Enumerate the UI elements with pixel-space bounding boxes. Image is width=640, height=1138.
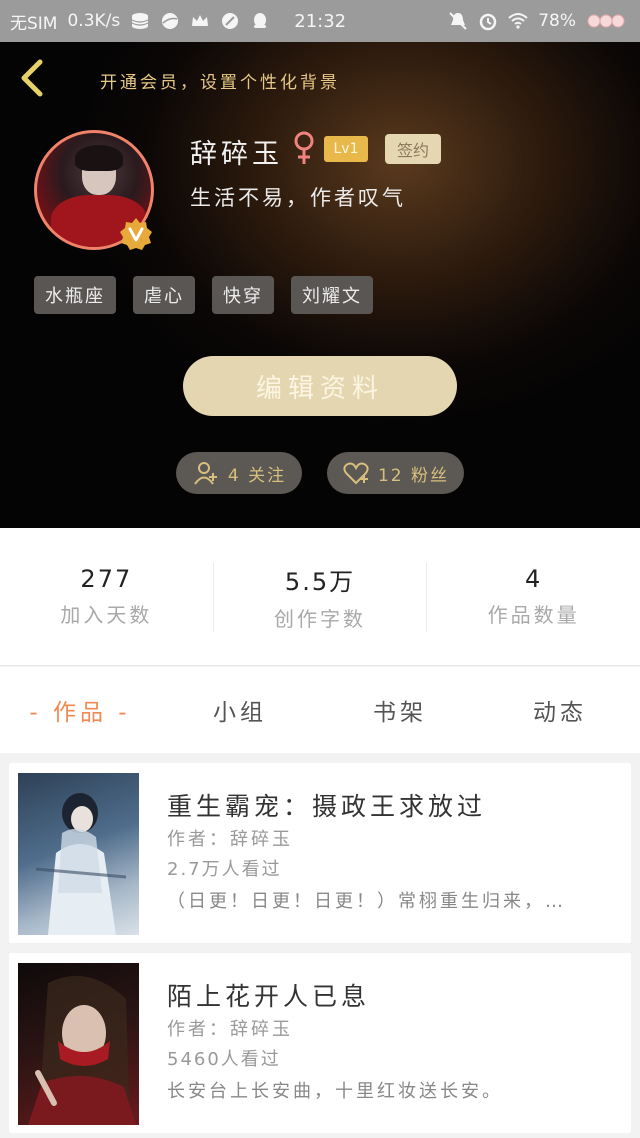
- works-list: 重生霸宠：摄政王求放过 作者：辞碎玉 2.7万人看过 （日更！日更！日更！）常栩…: [0, 753, 640, 1138]
- book-cover[interactable]: [18, 963, 139, 1125]
- book-author: 作者：辞碎玉: [167, 829, 293, 850]
- tag-item[interactable]: 虐心: [133, 276, 195, 314]
- following-count: 4 关注: [227, 465, 287, 486]
- tab-bookshelf[interactable]: 书架: [320, 693, 480, 727]
- book-views: 2.7万人看过: [167, 859, 282, 880]
- book-card[interactable]: 陌上花开人已息 作者：辞碎玉 5460人看过 长安台上长安曲，十里红妆送长安。: [9, 953, 631, 1133]
- battery-icon: [587, 14, 625, 28]
- stat-label: 加入天数: [60, 603, 153, 627]
- clock-time: 21:32: [294, 10, 347, 32]
- user-tags: 水瓶座 虐心 快穿 刘耀文: [34, 276, 373, 314]
- database-icon: [131, 13, 149, 29]
- stats-bar: 277 加入天数 5.5万 创作字数 4 作品数量: [0, 528, 640, 666]
- chevron-left-icon[interactable]: [14, 56, 54, 100]
- tag-item[interactable]: 水瓶座: [34, 276, 116, 314]
- network-speed: 0.3K/s: [67, 11, 121, 31]
- vip-background-link[interactable]: 开通会员，设置个性化背景: [100, 68, 340, 93]
- alarm-icon: [479, 13, 497, 31]
- book-card[interactable]: 重生霸宠：摄政王求放过 作者：辞碎玉 2.7万人看过 （日更！日更！日更！）常栩…: [9, 763, 631, 943]
- ball-icon: [162, 13, 179, 29]
- edit-profile-button[interactable]: 编辑资料: [183, 356, 457, 416]
- carrier-text: 无SIM: [10, 13, 58, 34]
- book-description: 长安台上长安曲，十里红妆送长安。: [167, 1081, 503, 1102]
- stat-join-days: 277 加入天数: [0, 561, 214, 632]
- crown-icon: [192, 15, 209, 26]
- mute-icon: [449, 12, 467, 30]
- stat-label: 作品数量: [487, 603, 580, 627]
- add-user-icon: [194, 462, 217, 485]
- stat-word-count: 5.5万 创作字数: [214, 561, 428, 632]
- profile-tabs: - 作品 - 小组 书架 动态: [0, 667, 640, 753]
- stat-value: 277: [80, 565, 133, 593]
- book-views: 5460人看过: [167, 1049, 281, 1070]
- tab-works[interactable]: - 作品 -: [0, 693, 160, 727]
- book-author: 作者：辞碎玉: [167, 1019, 293, 1040]
- wifi-icon: [508, 13, 528, 29]
- signed-badge: 签约: [385, 134, 441, 164]
- palette-icon: [222, 13, 239, 29]
- fans-count: 12 粉丝: [377, 465, 450, 486]
- stat-works-count: 4 作品数量: [427, 562, 640, 632]
- status-bar: 无SIM 0.3K/s 21:32 78%: [0, 0, 640, 42]
- qq-icon: [254, 13, 267, 28]
- username: 辞碎玉: [190, 139, 283, 170]
- battery-percent: 78%: [538, 11, 576, 31]
- stat-value: 4: [525, 565, 543, 593]
- book-description: （日更！日更！日更！）常栩重生归来，…: [167, 891, 566, 912]
- tag-item[interactable]: 快穿: [212, 276, 274, 314]
- tab-groups[interactable]: 小组: [160, 693, 320, 727]
- stat-value: 5.5万: [284, 567, 356, 596]
- fans-button[interactable]: 12 粉丝: [327, 452, 464, 494]
- tab-activity[interactable]: 动态: [480, 693, 640, 727]
- book-title[interactable]: 重生霸宠：摄政王求放过: [167, 787, 486, 823]
- verified-v-icon: [120, 218, 152, 250]
- following-button[interactable]: 4 关注: [176, 452, 302, 494]
- tag-item[interactable]: 刘耀文: [291, 276, 373, 314]
- female-icon: [294, 131, 314, 164]
- profile-header: 开通会员，设置个性化背景 辞碎玉 Lv1 签约 生活不易，作者叹气 水瓶座 虐心…: [0, 42, 640, 528]
- user-motto: 生活不易，作者叹气: [190, 186, 406, 210]
- book-title[interactable]: 陌上花开人已息: [167, 977, 370, 1013]
- heart-plus-icon: [343, 462, 369, 485]
- book-cover[interactable]: [18, 773, 139, 935]
- level-badge: Lv1: [324, 136, 368, 162]
- stat-label: 创作字数: [274, 606, 366, 631]
